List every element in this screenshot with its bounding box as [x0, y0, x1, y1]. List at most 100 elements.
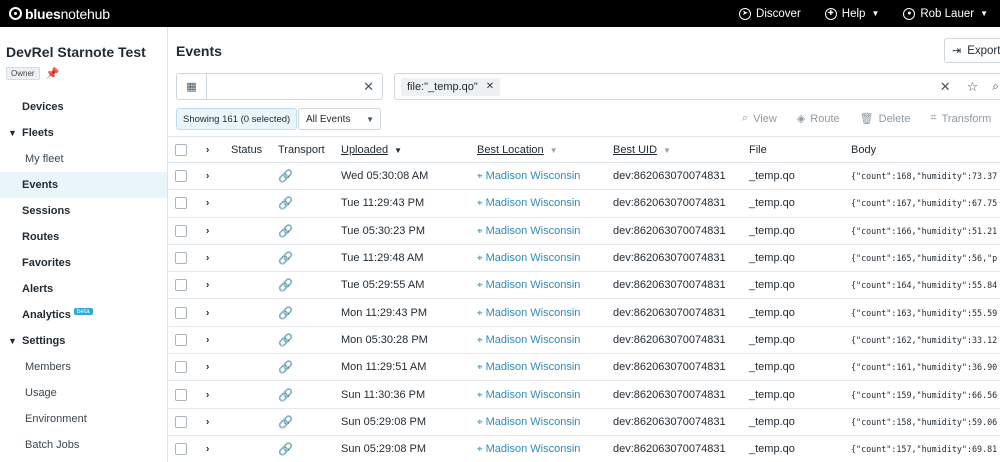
sidebar-item-batch-jobs[interactable]: Batch Jobs [0, 432, 167, 458]
sidebar-item-usage[interactable]: Usage [0, 380, 167, 406]
row-checkbox[interactable] [175, 361, 187, 374]
help-menu[interactable]: ✚ Help ▼ [824, 7, 879, 20]
route-label: Route [810, 112, 840, 125]
table-row[interactable]: › 🔗 Tue 05:29:55 AM ⌖ Madison Wisconsin dev:8… [168, 272, 1000, 300]
table-row[interactable]: › 🔗 Tue 11:29:48 AM ⌖ Madison Wisconsin dev:8… [168, 245, 1000, 273]
table-row[interactable]: › 🔗 Wed 05:30:08 AM ⌖ Madison Wisconsin dev:8… [168, 163, 1000, 191]
transform-button[interactable]: ⌗ Transform [930, 112, 991, 125]
row-checkbox[interactable] [175, 443, 187, 456]
row-checkbox[interactable] [175, 279, 187, 292]
sidebar-item-settings[interactable]: ▼ Settings [0, 328, 167, 354]
location-link[interactable]: ⌖ Madison Wisconsin [477, 252, 580, 264]
expand-row-icon[interactable]: › [206, 171, 209, 182]
transport-icon: 🔗 [278, 442, 293, 457]
location-link[interactable]: ⌖ Madison Wisconsin [477, 361, 580, 373]
table-row[interactable]: › 🔗 Sun 11:30:36 PM ⌖ Madison Wisconsin dev:8… [168, 381, 1000, 409]
sidebar-item-analytics[interactable]: Analytics beta [0, 302, 167, 328]
user-menu[interactable]: ● Rob Lauer ▼ [903, 7, 988, 20]
remove-chip-icon[interactable]: ✕ [486, 81, 494, 92]
expand-row-icon[interactable]: › [206, 444, 209, 455]
filter-input[interactable]: file:"_temp.qo" ✕ ✕ ☆ ⌕ [394, 73, 1000, 100]
location-link[interactable]: ⌖ Madison Wisconsin [477, 170, 580, 182]
discover-link[interactable]: ➤ Discover [739, 7, 801, 20]
sidebar-item-favorites[interactable]: Favorites [0, 250, 167, 276]
expand-row-icon[interactable]: › [206, 389, 209, 400]
row-checkbox[interactable] [175, 197, 187, 210]
table-row[interactable]: › 🔗 Mon 11:29:43 PM ⌖ Madison Wisconsin dev:8… [168, 299, 1000, 327]
chevron-down-icon: ▼ [8, 128, 17, 138]
view-button[interactable]: ⌕ View [742, 112, 777, 125]
table-row[interactable]: › 🔗 Mon 05:30:28 PM ⌖ Madison Wisconsin dev:8… [168, 327, 1000, 355]
sidebar-item-fleets[interactable]: ▼ Fleets [0, 120, 167, 146]
location-link[interactable]: ⌖ Madison Wisconsin [477, 279, 580, 291]
table-row[interactable]: › 🔗 Mon 11:29:51 AM ⌖ Madison Wisconsin dev:8… [168, 354, 1000, 382]
sidebar-item-members[interactable]: Members [0, 354, 167, 380]
uid-cell: dev:862063070074831 [613, 170, 726, 183]
export-button[interactable]: ⇥ Export [944, 38, 1000, 63]
table-row[interactable]: › 🔗 Tue 11:29:43 PM ⌖ Madison Wisconsin dev:8… [168, 190, 1000, 218]
blues-logo[interactable]: bluesnotehub [9, 0, 110, 27]
clear-date-icon[interactable]: ✕ [363, 79, 374, 95]
select-all-checkbox[interactable] [175, 143, 187, 156]
location-label: Madison Wisconsin [485, 443, 581, 456]
uploaded-cell: Wed 05:30:08 AM [341, 170, 429, 183]
column-best-uid[interactable]: Best UID ▼ [613, 144, 671, 156]
file-cell: _temp.qo [749, 361, 795, 374]
column-status[interactable]: Status [231, 144, 262, 156]
expand-row-icon[interactable]: › [206, 198, 209, 209]
column-body[interactable]: Body [851, 144, 876, 156]
row-checkbox[interactable] [175, 170, 187, 183]
location-link[interactable]: ⌖ Madison Wisconsin [477, 225, 580, 237]
body-cell: {"count":161,"humidity":36.90 [851, 362, 998, 373]
delete-button[interactable]: 🗑 Delete [860, 112, 911, 126]
location-link[interactable]: ⌖ Madison Wisconsin [477, 307, 580, 319]
location-link[interactable]: ⌖ Madison Wisconsin [477, 389, 580, 401]
location-link[interactable]: ⌖ Madison Wisconsin [477, 416, 580, 428]
row-checkbox[interactable] [175, 224, 187, 237]
sidebar-item-routes[interactable]: Routes [0, 224, 167, 250]
sidebar-item-alerts[interactable]: Alerts [0, 276, 167, 302]
row-checkbox[interactable] [175, 415, 187, 428]
expand-row-icon[interactable]: › [206, 334, 209, 345]
expand-all-icon[interactable]: › [206, 144, 209, 155]
route-button[interactable]: ◈ Route [797, 112, 840, 126]
sidebar-item-events[interactable]: Events [0, 172, 167, 198]
search-icon[interactable]: ⌕ [992, 79, 999, 94]
table-row[interactable]: › 🔗 Sun 05:29:08 PM ⌖ Madison Wisconsin dev:8… [168, 409, 1000, 436]
row-checkbox[interactable] [175, 252, 187, 265]
column-file[interactable]: File [749, 144, 767, 156]
table-row[interactable]: › 🔗 Sun 05:29:08 PM ⌖ Madison Wisconsin dev:8… [168, 436, 1000, 462]
expand-row-icon[interactable]: › [206, 362, 209, 373]
expand-row-icon[interactable]: › [206, 280, 209, 291]
location-link[interactable]: ⌖ Madison Wisconsin [477, 443, 580, 455]
sort-desc-icon: ▼ [394, 145, 403, 155]
location-link[interactable]: ⌖ Madison Wisconsin [477, 334, 580, 346]
row-checkbox[interactable] [175, 306, 187, 319]
row-checkbox[interactable] [175, 333, 187, 346]
column-uploaded[interactable]: Uploaded ▼ [341, 144, 402, 156]
date-range-input[interactable]: ▦ ✕ [176, 73, 383, 100]
star-icon[interactable]: ☆ [967, 79, 979, 95]
sidebar-item-environment[interactable]: Environment [0, 406, 167, 432]
sidebar-item-label: Events [22, 179, 59, 191]
column-best-location[interactable]: Best Location ▼ [477, 144, 558, 156]
expand-row-icon[interactable]: › [206, 225, 209, 236]
event-actions: ⌕ View ◈ Route 🗑 Delete ⌗ Transform [742, 112, 1000, 125]
sidebar-item-devices[interactable]: Devices [0, 94, 167, 120]
body-cell: {"count":166,"humidity":51.21 [851, 225, 998, 236]
location-link[interactable]: ⌖ Madison Wisconsin [477, 197, 580, 209]
pin-icon[interactable]: 📌 [46, 67, 60, 80]
column-transport[interactable]: Transport [278, 144, 325, 156]
row-checkbox[interactable] [175, 388, 187, 401]
location-label: Madison Wisconsin [485, 388, 581, 401]
table-row[interactable]: › 🔗 Tue 05:30:23 PM ⌖ Madison Wisconsin dev:8… [168, 218, 1000, 245]
expand-row-icon[interactable]: › [206, 253, 209, 264]
sidebar-item-my-fleet[interactable]: My fleet [0, 146, 167, 172]
calendar-icon[interactable]: ▦ [177, 74, 207, 99]
clear-filter-icon[interactable]: ✕ [940, 79, 951, 95]
uploaded-cell: Mon 11:29:51 AM [341, 361, 427, 374]
sidebar-item-sessions[interactable]: Sessions [0, 198, 167, 224]
expand-row-icon[interactable]: › [206, 416, 209, 427]
event-type-select[interactable]: All Events ▼ [298, 108, 381, 130]
expand-row-icon[interactable]: › [206, 307, 209, 318]
